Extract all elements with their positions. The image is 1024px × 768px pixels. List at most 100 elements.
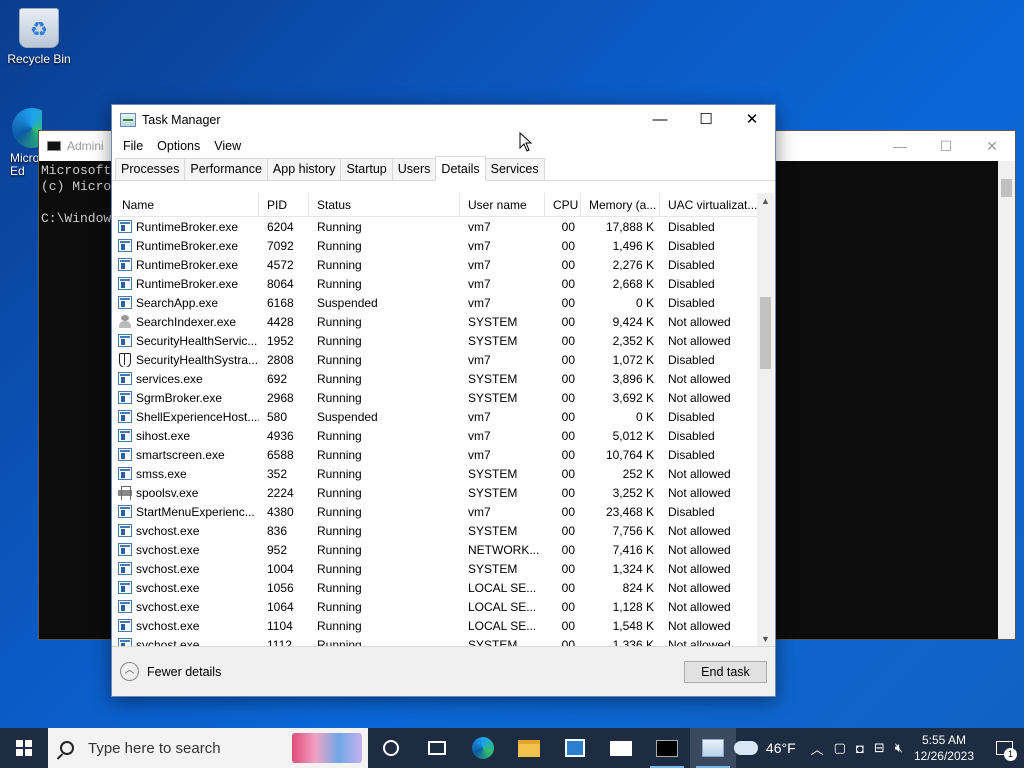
tab-users[interactable]: Users <box>391 158 437 180</box>
table-row[interactable]: RuntimeBroker.exe 8064 Running vm7 00 2,668 K… <box>114 274 774 293</box>
process-icon <box>118 334 132 347</box>
store-button[interactable] <box>552 728 598 768</box>
process-name-text: ShellExperienceHost.... <box>136 409 259 424</box>
tab-processes[interactable]: Processes <box>115 158 186 180</box>
recycle-bin-label: Recycle Bin <box>7 52 71 66</box>
scrollbar-thumb[interactable] <box>760 297 771 369</box>
table-row[interactable]: sihost.exe 4936 Running vm7 00 5,012 K Disable… <box>114 426 774 445</box>
process-pid: 6204 <box>267 219 294 234</box>
table-row[interactable]: SecurityHealthSystra... 2808 Running vm7 00 1… <box>114 350 774 369</box>
task-manager-window[interactable]: Task Manager — ☐ ✕ File Options View Pro… <box>111 104 776 697</box>
process-uac: Disabled <box>668 447 715 462</box>
table-row[interactable]: SearchApp.exe 6168 Suspended vm7 00 0 K Disabl… <box>114 293 774 312</box>
minimize-button[interactable]: — <box>637 105 683 135</box>
search-highlight-icon[interactable] <box>292 733 362 763</box>
system-tray: 46°F ︿ ▢ ◘ ⊟ 🔇︎ 5:55 AM 12/26/2023 1 <box>733 728 1024 768</box>
process-pid: 1064 <box>267 599 294 614</box>
table-row[interactable]: SgrmBroker.exe 2968 Running SYSTEM 00 3,692 K… <box>114 388 774 407</box>
table-row[interactable]: services.exe 692 Running SYSTEM 00 3,896 K Not… <box>114 369 774 388</box>
mail-button[interactable] <box>598 728 644 768</box>
process-user: vm7 <box>468 428 491 443</box>
taskbar-search-box[interactable]: Type here to search <box>48 728 368 768</box>
process-memory: 2,352 K <box>612 333 654 348</box>
maximize-button[interactable]: ☐ <box>683 105 729 135</box>
recycle-bin-shortcut[interactable]: Recycle Bin <box>2 8 76 66</box>
tab-services[interactable]: Services <box>484 158 545 180</box>
column-header-pid[interactable]: PID <box>259 193 309 216</box>
table-row[interactable]: svchost.exe 1004 Running SYSTEM 00 1,324 K Not… <box>114 559 774 578</box>
menu-view[interactable]: View <box>207 139 248 153</box>
table-row[interactable]: SecurityHealthServic... 1952 Running SYSTEM… <box>114 331 774 350</box>
console-maximize-button[interactable]: ☐ <box>923 131 969 161</box>
scroll-up-icon[interactable]: ▲ <box>757 193 774 210</box>
file-explorer-button[interactable] <box>506 728 552 768</box>
column-header-cpu[interactable]: CPU <box>545 193 581 216</box>
table-row[interactable]: svchost.exe 836 Running SYSTEM 00 7,756 K Not … <box>114 521 774 540</box>
process-name: smss.exe <box>114 467 259 481</box>
close-button[interactable]: ✕ <box>729 105 775 135</box>
table-row[interactable]: svchost.exe 1056 Running LOCAL SE... 00 824 K… <box>114 578 774 597</box>
task-manager-taskbar-button[interactable] <box>690 728 736 768</box>
console-close-button[interactable]: ✕ <box>969 131 1015 161</box>
table-row[interactable]: RuntimeBroker.exe 4572 Running vm7 00 2,276 K… <box>114 255 774 274</box>
task-view-button[interactable] <box>414 728 460 768</box>
process-status: Running <box>317 466 362 481</box>
table-scrollbar[interactable]: ▲ ▼ <box>757 193 774 648</box>
cortana-button[interactable] <box>368 728 414 768</box>
process-name-text: SearchIndexer.exe <box>136 314 237 329</box>
table-row[interactable]: RuntimeBroker.exe 6204 Running vm7 00 17,888 … <box>114 217 774 236</box>
table-row[interactable]: smss.exe 352 Running SYSTEM 00 252 K Not allow… <box>114 464 774 483</box>
weather-widget[interactable]: 46°F <box>733 740 796 756</box>
task-manager-titlebar[interactable]: Task Manager — ☐ ✕ <box>112 105 775 135</box>
tab-details[interactable]: Details <box>435 156 486 181</box>
chevron-up-icon[interactable]: ︿ <box>811 739 824 758</box>
details-table[interactable]: ▲ Name PID Status User name CPU Memory (… <box>114 193 774 648</box>
tab-app-history[interactable]: App history <box>266 158 342 180</box>
menu-file[interactable]: File <box>116 139 150 153</box>
console-minimize-button[interactable]: — <box>877 131 923 161</box>
table-row[interactable]: RuntimeBroker.exe 7092 Running vm7 00 1,496 K… <box>114 236 774 255</box>
tablet-icon[interactable]: ▢ <box>834 740 846 756</box>
table-row[interactable]: smartscreen.exe 6588 Running vm7 00 10,764 K D… <box>114 445 774 464</box>
printer-icon <box>118 486 132 500</box>
column-header-memory[interactable]: Memory (a... <box>581 193 660 216</box>
process-cpu: 00 <box>561 219 575 234</box>
menu-options[interactable]: Options <box>150 139 207 153</box>
process-name: SearchApp.exe <box>114 296 259 310</box>
table-row[interactable]: SearchIndexer.exe 4428 Running SYSTEM 00 9,42… <box>114 312 774 331</box>
column-header-user-name[interactable]: User name <box>460 193 545 216</box>
meet-now-icon[interactable]: ◘ <box>856 741 864 756</box>
fewer-details-toggle[interactable]: ︿ Fewer details <box>120 662 221 681</box>
end-task-button[interactable]: End task <box>684 661 767 683</box>
table-row[interactable]: StartMenuExperienc... 4380 Running vm7 00 23,… <box>114 502 774 521</box>
table-row[interactable]: ShellExperienceHost.... 580 Suspended vm7 00… <box>114 407 774 426</box>
process-memory: 3,692 K <box>612 390 654 405</box>
process-name: svchost.exe <box>114 600 259 614</box>
tab-startup[interactable]: Startup <box>340 158 393 180</box>
network-icon[interactable]: ⊟ <box>874 740 885 756</box>
table-row[interactable]: svchost.exe 1104 Running LOCAL SE... 00 1,548… <box>114 616 774 635</box>
process-name-text: SgrmBroker.exe <box>136 390 223 405</box>
clock[interactable]: 5:55 AM 12/26/2023 <box>914 732 974 764</box>
edge-desktop-shortcut[interactable]: Micro Ed <box>0 108 42 178</box>
notification-center-button[interactable]: 1 <box>984 728 1024 768</box>
tab-performance[interactable]: Performance <box>184 158 268 180</box>
edge-taskbar-button[interactable] <box>460 728 506 768</box>
table-row[interactable]: svchost.exe 1064 Running LOCAL SE... 00 1,128… <box>114 597 774 616</box>
process-uac: Not allowed <box>668 314 731 329</box>
table-row[interactable]: spoolsv.exe 2224 Running SYSTEM 00 3,252 K Not… <box>114 483 774 502</box>
column-header-name[interactable]: Name <box>114 193 259 216</box>
console-scrollbar[interactable] <box>998 161 1015 639</box>
process-name-text: spoolsv.exe <box>136 485 199 500</box>
start-button[interactable] <box>0 728 48 768</box>
process-user: vm7 <box>468 409 491 424</box>
column-header-status[interactable]: Status <box>309 193 460 216</box>
process-name: SgrmBroker.exe <box>114 391 259 405</box>
cortana-icon <box>383 740 399 756</box>
process-name-text: RuntimeBroker.exe <box>136 238 239 253</box>
cmd-taskbar-button[interactable] <box>644 728 690 768</box>
process-name: svchost.exe <box>114 543 259 557</box>
volume-muted-icon[interactable]: 🔇︎ <box>895 740 903 756</box>
column-header-uac[interactable]: UAC virtualizat... <box>660 193 760 216</box>
table-row[interactable]: svchost.exe 952 Running NETWORK... 00 7,416 K… <box>114 540 774 559</box>
